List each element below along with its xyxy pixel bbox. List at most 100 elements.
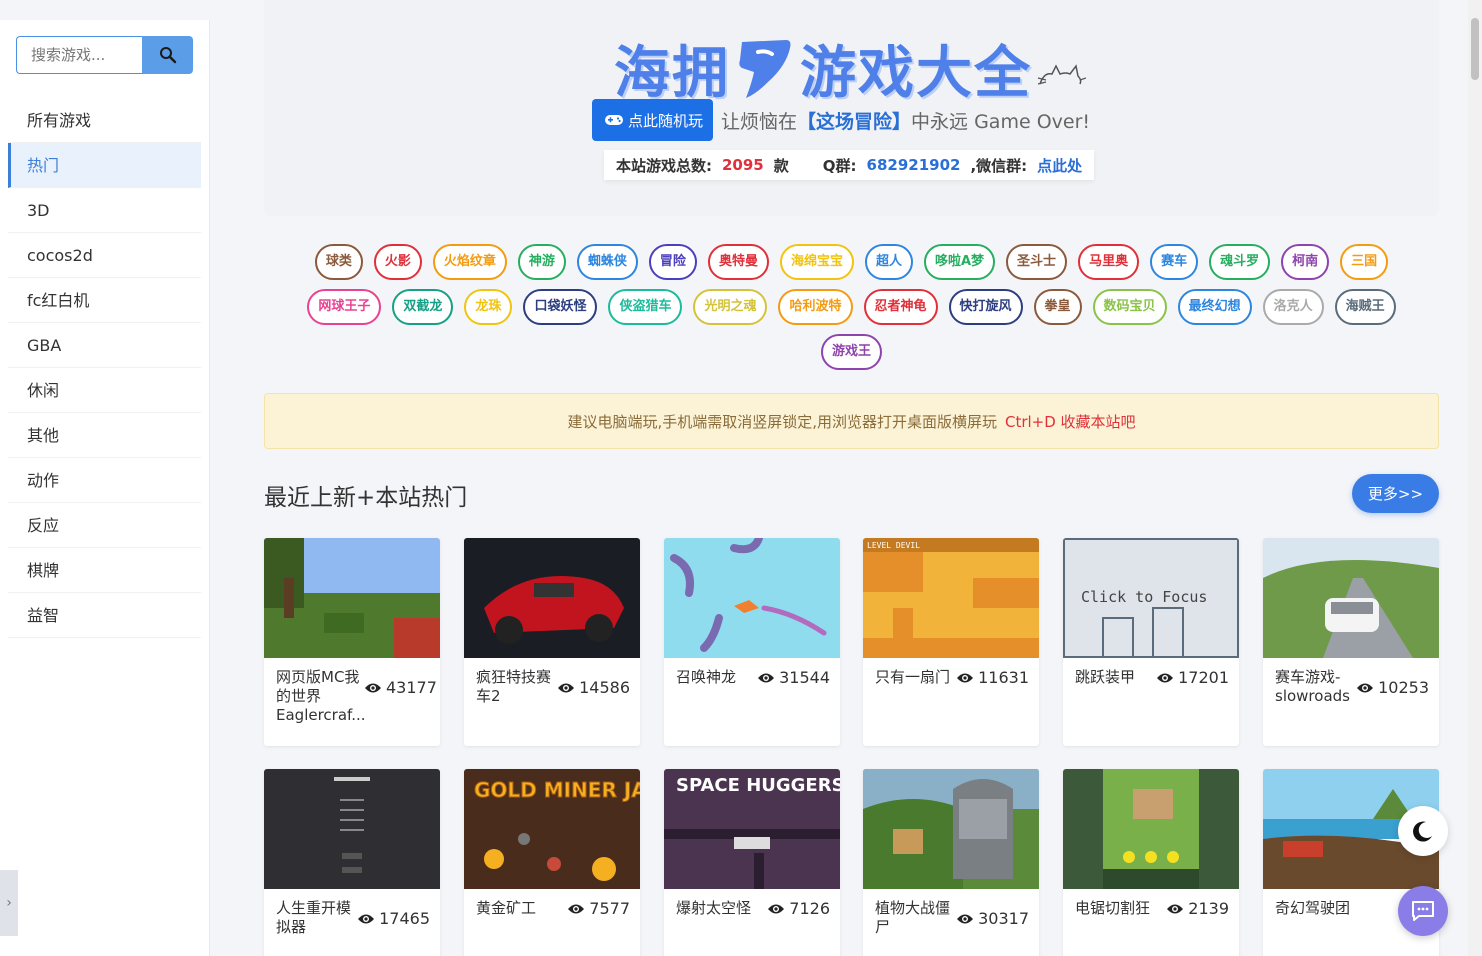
- sidebar-item-reaction[interactable]: 反应: [8, 503, 201, 548]
- tag-pill[interactable]: 最终幻想: [1177, 289, 1252, 325]
- tag-pill[interactable]: 火影: [373, 244, 422, 280]
- game-card[interactable]: LEVEL DEVIL 只有一扇门 11631: [863, 538, 1039, 746]
- sidebar-item-cocos2d[interactable]: cocos2d: [8, 233, 201, 278]
- game-views: 17465: [357, 909, 430, 928]
- tag-pill[interactable]: 海绵宝宝: [779, 244, 854, 280]
- tag-pill[interactable]: 冒险: [648, 244, 697, 280]
- game-card[interactable]: 人生重开模拟器 17465: [264, 769, 440, 956]
- game-card[interactable]: Click to Focus 跳跃装甲 17201: [1063, 538, 1239, 746]
- game-views: 43177: [364, 678, 437, 697]
- chat-button[interactable]: [1398, 886, 1448, 936]
- search-input[interactable]: [16, 36, 142, 74]
- game-views-count: 30317: [978, 909, 1029, 928]
- sidebar-item-fc[interactable]: fc红白机: [8, 278, 201, 323]
- sidebar-item-casual[interactable]: 休闲: [8, 368, 201, 413]
- tag-pill[interactable]: 游戏王: [820, 334, 882, 370]
- game-views-count: 7126: [789, 899, 830, 918]
- game-card[interactable]: SPACE HUGGERS 爆射太空怪 7126: [664, 769, 840, 956]
- eye-icon: [558, 683, 575, 692]
- tag-pill[interactable]: 快打旋风: [948, 289, 1023, 325]
- tag-pill[interactable]: 龙珠: [464, 289, 513, 325]
- game-info: 赛车游戏-slowroads 10253: [1275, 668, 1429, 706]
- tag-pill[interactable]: 赛车: [1150, 244, 1199, 280]
- eye-icon: [1157, 673, 1174, 682]
- tag-pill[interactable]: 洛克人: [1262, 289, 1324, 325]
- sidebar-item-hot[interactable]: 热门: [8, 143, 201, 188]
- game-title: 电锯切割狂: [1075, 899, 1151, 917]
- sidebar-item-puzzle[interactable]: 益智: [8, 593, 201, 638]
- game-title: 人生重开模拟器: [276, 899, 352, 936]
- tag-pill[interactable]: 海贼王: [1334, 289, 1396, 325]
- tag-pill[interactable]: 圣斗士: [1006, 244, 1068, 280]
- tag-pill[interactable]: 神游: [517, 244, 566, 280]
- game-title: 赛车游戏-slowroads: [1275, 668, 1350, 705]
- wechat-group-link[interactable]: 点此处: [1037, 155, 1082, 176]
- game-title: 跳跃装甲: [1075, 668, 1136, 686]
- tag-pill[interactable]: 拳皇: [1033, 289, 1082, 325]
- qq-group-label: Q群:: [822, 156, 857, 175]
- game-title: 奇幻驾驶团: [1275, 899, 1351, 917]
- game-views-count: 11631: [978, 668, 1029, 687]
- dark-mode-toggle[interactable]: [1398, 806, 1448, 856]
- tag-pill[interactable]: 球类: [314, 244, 363, 280]
- hero-banner: 海拥 游戏大全 点此随机玩 让烦恼在【这场冒险】中永远 Game Over! 本…: [264, 0, 1439, 216]
- tag-pill[interactable]: 蜘蛛侠: [576, 244, 638, 280]
- tag-pill[interactable]: 奥特曼: [707, 244, 769, 280]
- game-card[interactable]: 召唤神龙 31544: [664, 538, 840, 746]
- tag-pill[interactable]: 忍者神龟: [863, 289, 938, 325]
- eye-icon: [1357, 683, 1374, 692]
- tag-pill[interactable]: 哆啦A梦: [923, 244, 996, 280]
- notice-banner: 建议电脑端玩,手机端需取消竖屏锁定,用浏览器打开桌面版横屏玩 Ctrl+D 收藏…: [264, 393, 1439, 449]
- sidebar-item-other[interactable]: 其他: [8, 413, 201, 458]
- scrollbar-thumb[interactable]: [1471, 18, 1479, 80]
- tag-pill[interactable]: 三国: [1340, 244, 1389, 280]
- more-button[interactable]: 更多>>: [1352, 474, 1439, 513]
- game-views-count: 17465: [379, 909, 430, 928]
- tag-pill[interactable]: 超人: [864, 244, 913, 280]
- game-views-count: 17201: [1178, 668, 1229, 687]
- tag-pill[interactable]: 网球王子: [307, 289, 382, 325]
- tagline-row: 点此随机玩 让烦恼在【这场冒险】中永远 Game Over!: [592, 99, 1090, 141]
- search-button[interactable]: [142, 36, 193, 74]
- game-card[interactable]: 植物大战僵尸 30317: [863, 769, 1039, 956]
- tag-pill[interactable]: 魂斗罗: [1209, 244, 1271, 280]
- sidebar-item-board[interactable]: 棋牌: [8, 548, 201, 593]
- game-info: 召唤神龙 31544: [676, 668, 830, 687]
- game-card[interactable]: 电锯切割狂 2139: [1063, 769, 1239, 956]
- sidebar-item-3d[interactable]: 3D: [8, 188, 201, 233]
- level-devil-caption: LEVEL DEVIL: [867, 541, 920, 550]
- tag-pill[interactable]: 哈利波特: [778, 289, 853, 325]
- qq-group-number[interactable]: 682921902: [867, 156, 961, 174]
- page-scrollbar[interactable]: [1468, 0, 1482, 956]
- sidebar: 所有游戏 热门 3D cocos2d fc红白机 GBA 休闲 其他 动作 反应…: [0, 20, 210, 956]
- random-play-button[interactable]: 点此随机玩: [592, 99, 714, 141]
- sidebar-item-gba[interactable]: GBA: [8, 323, 201, 368]
- sidebar-item-action[interactable]: 动作: [8, 458, 201, 503]
- tag-pill[interactable]: 数码宝贝: [1092, 289, 1167, 325]
- game-card[interactable]: GOLD MINER JACK 黄金矿工 7577: [464, 769, 640, 956]
- sidebar-item-all[interactable]: 所有游戏: [8, 98, 201, 143]
- game-title: 黄金矿工: [476, 899, 537, 917]
- game-thumbnail: SPACE HUGGERS: [664, 769, 840, 889]
- click-to-focus-caption: Click to Focus: [1081, 588, 1207, 606]
- tag-pill[interactable]: 马里奥: [1078, 244, 1140, 280]
- search-icon: [159, 47, 176, 64]
- game-card[interactable]: 网页版MC我的世界Eaglercraf... 43177: [264, 538, 440, 746]
- tag-pill[interactable]: 火焰纹章: [432, 244, 507, 280]
- logo-text-left: 海拥: [614, 41, 730, 106]
- game-title: 召唤神龙: [676, 668, 737, 686]
- game-views: 2139: [1166, 899, 1229, 918]
- tagline-highlight: 【这场冒险】: [797, 110, 912, 133]
- game-card[interactable]: 赛车游戏-slowroads 10253: [1263, 538, 1439, 746]
- eye-icon: [957, 914, 974, 923]
- tag-pill[interactable]: 口袋妖怪: [523, 289, 598, 325]
- game-card[interactable]: 疯狂特技赛车2 14586: [464, 538, 640, 746]
- tag-pill[interactable]: 侠盗猎车: [608, 289, 683, 325]
- tag-pill[interactable]: 双截龙: [392, 289, 454, 325]
- sidebar-collapse-button[interactable]: ›: [0, 870, 18, 936]
- logo-mark-icon: [739, 39, 791, 98]
- tag-pill[interactable]: 柯南: [1281, 244, 1330, 280]
- tag-pill[interactable]: 光明之魂: [693, 289, 768, 325]
- random-play-label: 点此随机玩: [628, 111, 704, 130]
- site-logo[interactable]: 海拥 游戏大全: [614, 28, 1032, 109]
